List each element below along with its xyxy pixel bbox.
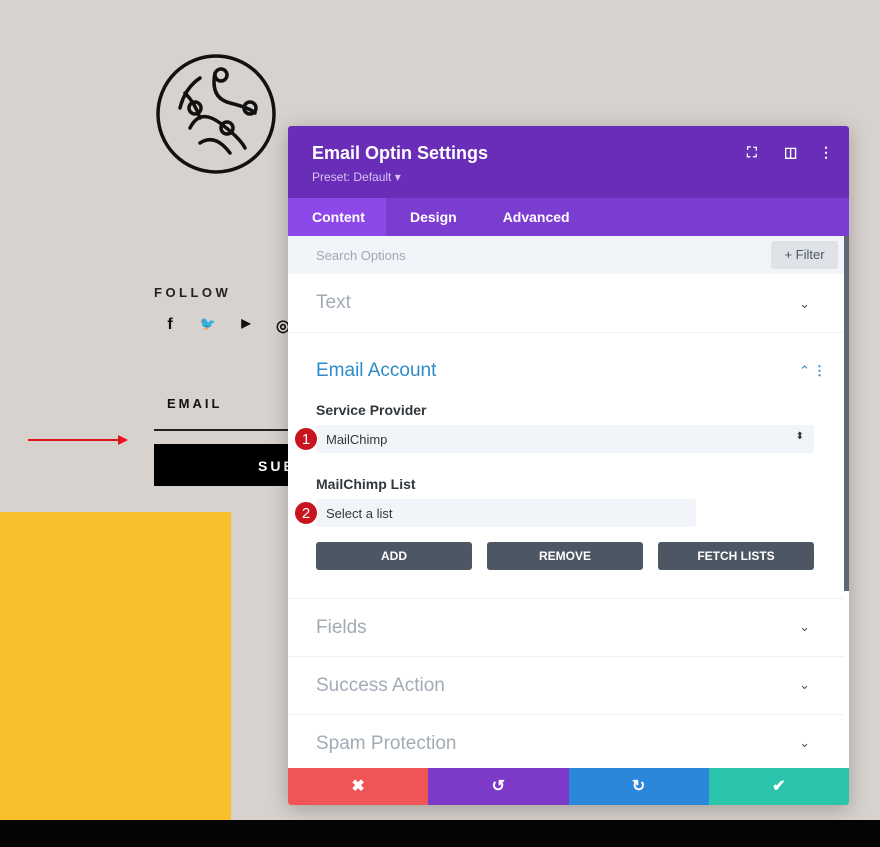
section-title: Text: [316, 292, 351, 313]
section-success-action[interactable]: Success Action ⌄: [288, 657, 844, 715]
youtube-icon[interactable]: ▶: [237, 316, 255, 334]
modal-title: Email Optin Settings: [312, 143, 489, 163]
save-button[interactable]: ✔: [708, 768, 849, 805]
chevron-down-icon[interactable]: ⌄: [799, 735, 810, 751]
mailchimp-list-select[interactable]: Select a list: [316, 499, 696, 527]
chevron-down-icon[interactable]: ⌄: [799, 619, 810, 635]
twitter-icon[interactable]: 🐦: [199, 316, 217, 334]
cancel-button[interactable]: ✖: [288, 768, 429, 805]
section-text[interactable]: Text ⌄: [288, 274, 844, 333]
more-options-icon[interactable]: ⋮: [819, 144, 833, 161]
subscribe-button[interactable]: SUB: [154, 444, 294, 486]
arrow-annotation: [28, 435, 128, 445]
service-provider-select[interactable]: MailChimp ⬍: [316, 425, 814, 453]
annotation-badge-2: 2: [294, 501, 318, 525]
search-input[interactable]: Search Options: [316, 248, 406, 263]
email-input-underline: [154, 429, 294, 431]
fetch-lists-button[interactable]: FETCH LISTS: [658, 542, 814, 570]
filter-button[interactable]: + Filter: [771, 241, 838, 269]
bottom-bar: [0, 820, 880, 847]
mailchimp-list-label: MailChimp List: [316, 476, 416, 492]
redo-button[interactable]: ↻: [568, 768, 709, 805]
tab-advanced[interactable]: Advanced: [481, 198, 594, 236]
section-title: Success Action: [316, 675, 445, 696]
section-fields[interactable]: Fields ⌄: [288, 599, 844, 657]
modal-header: Email Optin Settings Preset: Default ▾ ⛶…: [288, 126, 849, 198]
section-title: Spam Protection: [316, 733, 457, 754]
select-value: MailChimp: [326, 432, 388, 447]
tab-bar: Content Design Advanced: [288, 198, 849, 236]
search-bar: Search Options + Filter: [288, 236, 849, 274]
chevron-down-icon[interactable]: ⌄: [799, 677, 810, 693]
annotation-badge-1: 1: [294, 427, 318, 451]
add-button[interactable]: ADD: [316, 542, 472, 570]
follow-heading: FOLLOW: [154, 285, 232, 300]
section-spam-protection[interactable]: Spam Protection ⌄: [288, 715, 844, 768]
select-arrows-icon: ⬍: [795, 431, 804, 442]
email-optin-settings-modal: Email Optin Settings Preset: Default ▾ ⛶…: [288, 126, 849, 805]
tab-design[interactable]: Design: [386, 198, 481, 236]
chevron-down-icon[interactable]: ⌄: [799, 296, 810, 312]
email-input-label[interactable]: EMAIL: [167, 396, 222, 411]
tab-content[interactable]: Content: [288, 198, 386, 236]
modal-footer: ✖ ↺ ↻ ✔: [288, 768, 849, 805]
section-title[interactable]: Email Account: [316, 360, 436, 382]
logo: [156, 54, 276, 174]
service-provider-label: Service Provider: [316, 402, 427, 418]
preset-dropdown[interactable]: Preset: Default ▾: [312, 170, 401, 184]
facebook-icon[interactable]: f: [161, 316, 179, 334]
section-options-icon[interactable]: ⋮: [813, 363, 826, 379]
undo-button[interactable]: ↺: [428, 768, 569, 805]
split-view-icon[interactable]: ◫: [784, 144, 797, 161]
section-title: Fields: [316, 617, 367, 638]
remove-button[interactable]: REMOVE: [487, 542, 643, 570]
chevron-up-icon[interactable]: ⌃: [799, 363, 810, 379]
yellow-block: [0, 512, 231, 820]
scrollbar[interactable]: [844, 236, 849, 591]
fullscreen-icon[interactable]: ⛶: [747, 144, 757, 161]
